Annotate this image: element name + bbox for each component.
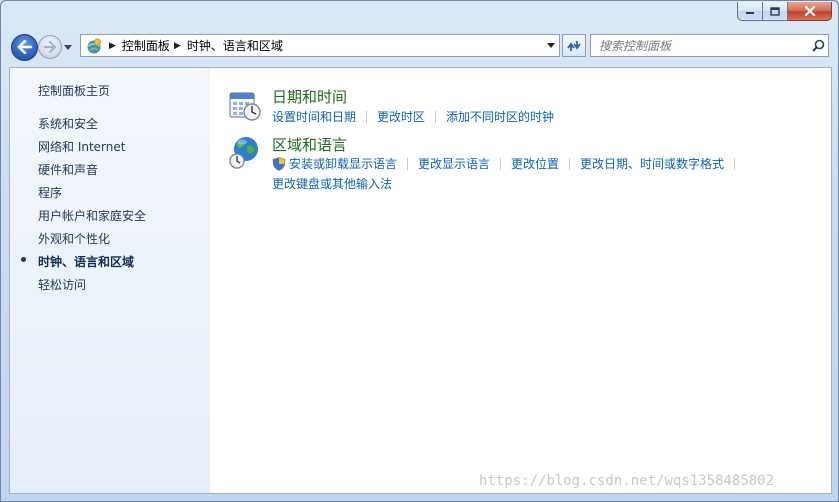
back-button[interactable]: [11, 33, 38, 61]
category-title-date-time[interactable]: 日期和时间: [272, 86, 347, 107]
sidebar-home-link[interactable]: 控制面板主页: [38, 82, 110, 99]
link-divider: [569, 157, 571, 170]
search-icon[interactable]: [808, 39, 828, 52]
chevron-down-icon: [64, 44, 72, 50]
sidebar-item-clock-language-region: 时钟、语言和区域: [38, 255, 135, 269]
minimize-button[interactable]: [737, 2, 763, 21]
category-links-region-language-row2: 更改键盘或其他输入法: [272, 175, 392, 192]
arrow-left-icon: [17, 40, 32, 54]
link-divider: [734, 157, 736, 170]
close-icon: [804, 6, 815, 16]
sidebar-item-network-internet[interactable]: 网络和 Internet: [38, 138, 125, 155]
category-title-region-language[interactable]: 区域和语言: [272, 134, 347, 155]
forward-button[interactable]: [38, 35, 62, 59]
link-add-clocks[interactable]: 添加不同时区的时钟: [446, 108, 554, 125]
link-change-display-language[interactable]: 更改显示语言: [418, 155, 490, 172]
active-bullet-icon: [21, 257, 26, 262]
refresh-button[interactable]: [562, 34, 586, 57]
maximize-button[interactable]: [763, 2, 788, 21]
sidebar-item-hardware-sound[interactable]: 硬件和声音: [38, 161, 98, 178]
link-divider: [500, 157, 502, 170]
search-box[interactable]: [590, 34, 829, 57]
watermark-text: https://blog.csdn.net/wqs1358485802: [479, 473, 775, 489]
category-links-region-language: 安装或卸载显示语言 更改显示语言 更改位置 更改日期、时间或数字格式: [272, 155, 745, 172]
breadcrumb-separator-icon: ▶: [173, 40, 181, 51]
breadcrumb-clock-language-region[interactable]: 时钟、语言和区域: [187, 37, 283, 54]
link-change-timezone[interactable]: 更改时区: [377, 108, 425, 125]
control-panel-icon: [83, 35, 105, 56]
category-links-date-time: 设置时间和日期 更改时区 添加不同时区的时钟: [272, 108, 554, 125]
shield-icon: [272, 156, 286, 171]
sidebar-item-user-accounts[interactable]: 用户帐户和家庭安全: [38, 207, 146, 224]
sidebar-item-ease-of-access[interactable]: 轻松访问: [38, 276, 86, 293]
link-install-display-language[interactable]: 安装或卸载显示语言: [289, 155, 397, 172]
link-change-date-time-number-format[interactable]: 更改日期、时间或数字格式: [580, 155, 724, 172]
navigation-bar: ▶ 控制面板 ▶ 时钟、语言和区域: [7, 31, 833, 63]
address-bar[interactable]: ▶ 控制面板 ▶ 时钟、语言和区域: [80, 34, 560, 57]
close-button[interactable]: [788, 2, 832, 21]
main-panel: 日期和时间 设置时间和日期 更改时区 添加不同时区的时钟 区域和语言 安装或卸载…: [210, 68, 831, 493]
link-set-time-date[interactable]: 设置时间和日期: [272, 108, 356, 125]
content-area: 控制面板主页 系统和安全 网络和 Internet 硬件和声音 程序 用户帐户和…: [9, 67, 832, 494]
sidebar-item-system-security[interactable]: 系统和安全: [38, 115, 98, 132]
calendar-clock-icon[interactable]: [228, 88, 262, 125]
refresh-icon: [567, 40, 581, 51]
link-divider: [366, 110, 368, 123]
maximize-icon: [770, 6, 780, 16]
sidebar: 控制面板主页 系统和安全 网络和 Internet 硬件和声音 程序 用户帐户和…: [10, 68, 210, 493]
window-frame: ▶ 控制面板 ▶ 时钟、语言和区域 控制面板主页 系统和: [0, 0, 839, 502]
caption-buttons: [737, 2, 832, 22]
minimize-icon: [746, 12, 754, 14]
globe-clock-icon[interactable]: [228, 134, 262, 173]
link-divider: [435, 110, 437, 123]
breadcrumb-separator-icon: ▶: [109, 40, 116, 51]
recent-pages-dropdown[interactable]: [62, 35, 74, 59]
link-change-location[interactable]: 更改位置: [511, 155, 559, 172]
breadcrumb-control-panel[interactable]: 控制面板: [122, 37, 170, 54]
arrow-right-icon: [43, 41, 56, 53]
link-change-keyboard-input[interactable]: 更改键盘或其他输入法: [272, 175, 392, 192]
address-dropdown-button[interactable]: [542, 35, 559, 56]
search-input[interactable]: [591, 35, 808, 56]
sidebar-item-appearance[interactable]: 外观和个性化: [38, 230, 110, 247]
chevron-down-icon: [546, 43, 555, 48]
link-divider: [407, 157, 409, 170]
sidebar-item-programs[interactable]: 程序: [38, 184, 62, 201]
